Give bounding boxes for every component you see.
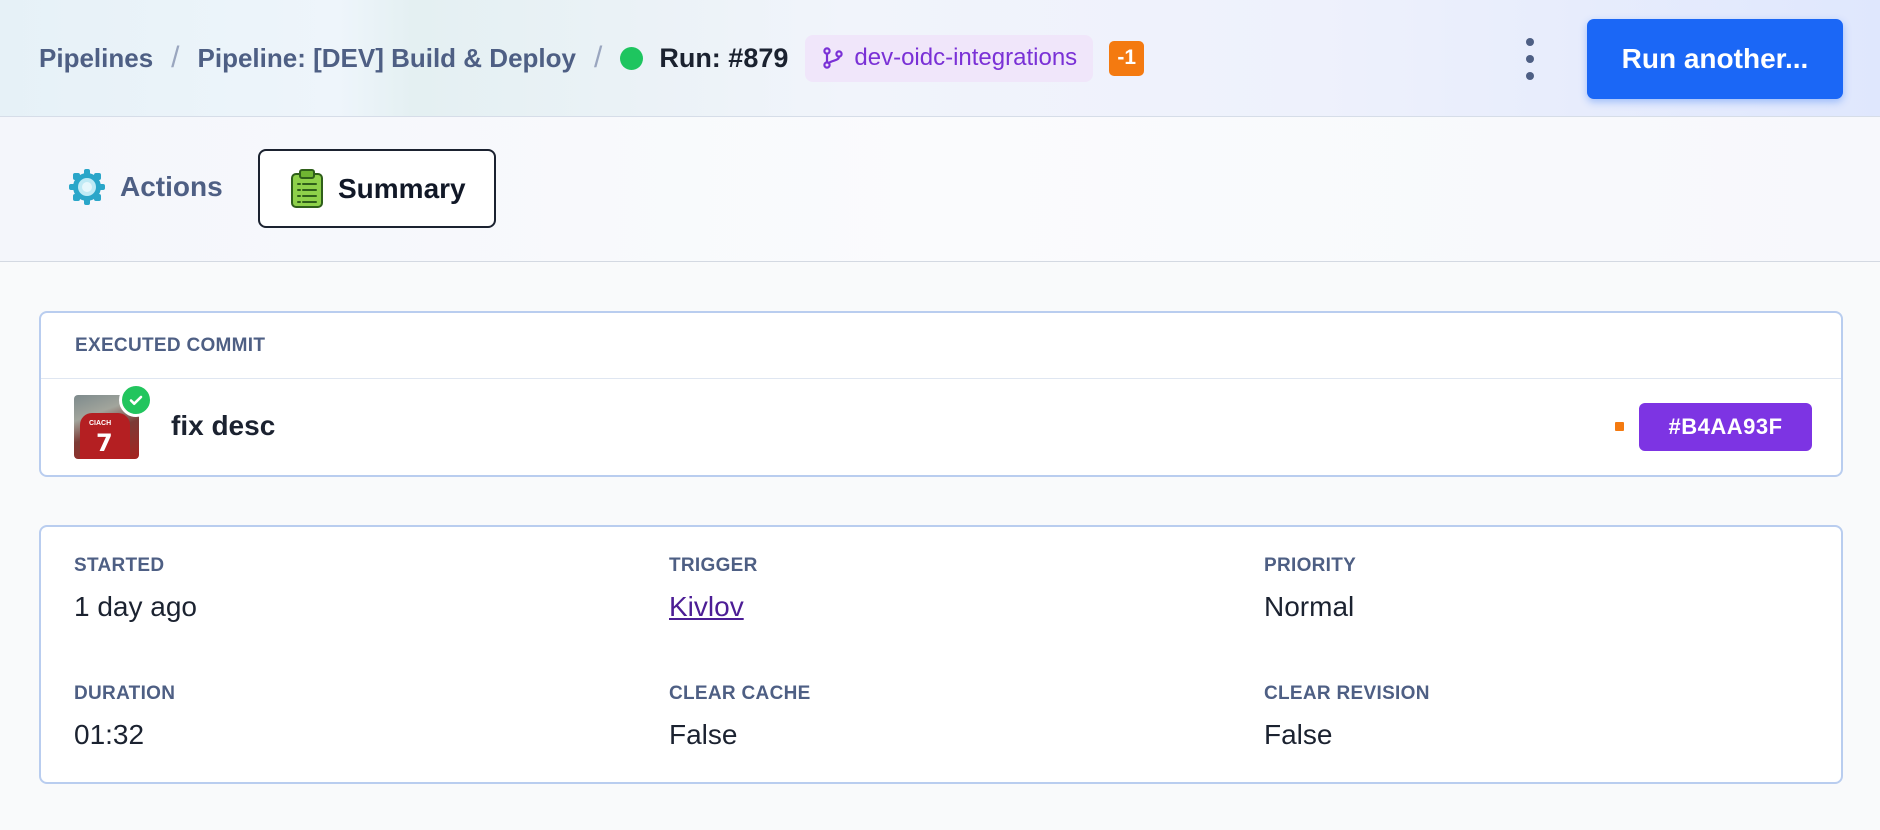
tab-summary-label: Summary — [338, 172, 466, 204]
count-badge: -1 — [1109, 40, 1145, 76]
duration-field: DURATION 01:32 — [74, 683, 175, 751]
tab-actions[interactable]: Actions — [68, 167, 223, 207]
priority-value: Normal — [1264, 591, 1355, 622]
commit-row: CIACH 7 fix desc #B4AA93F — [41, 379, 1841, 477]
branch-name: dev-oidc-integrations — [854, 44, 1078, 71]
run-details-card: STARTED 1 day ago TRIGGER Kivlov PRIORIT… — [39, 525, 1843, 784]
commit-card-header: EXECUTED COMMIT — [41, 313, 1841, 379]
tab-summary[interactable]: Summary — [258, 149, 496, 228]
top-header: Pipelines / Pipeline: [DEV] Build & Depl… — [0, 0, 1880, 117]
actions-gear-icon — [69, 169, 105, 205]
priority-label: PRIORITY — [1264, 555, 1357, 576]
started-label: STARTED — [74, 555, 165, 576]
trigger-user-link[interactable]: Kivlov — [669, 591, 758, 623]
run-status-dot — [620, 46, 644, 70]
priority-field: PRIORITY Normal — [1264, 555, 1356, 623]
more-options-icon[interactable] — [1515, 34, 1545, 84]
duration-value: 01:32 — [74, 719, 145, 750]
tab-bar: Actions Summary — [0, 117, 1880, 262]
clear-cache-label: CLEAR CACHE — [669, 683, 811, 704]
clear-cache-field: CLEAR CACHE False — [669, 683, 811, 751]
git-branch-icon — [823, 47, 844, 69]
started-field: STARTED 1 day ago — [74, 555, 197, 623]
commit-hash-badge[interactable]: #B4AA93F — [1639, 403, 1812, 451]
avatar-shirt-name: CIACH — [89, 420, 112, 427]
clear-revision-field: CLEAR REVISION False — [1264, 683, 1430, 751]
trigger-field: TRIGGER Kivlov — [669, 555, 758, 623]
branch-pill[interactable]: dev-oidc-integrations — [805, 34, 1094, 82]
trigger-label: TRIGGER — [669, 555, 758, 576]
breadcrumb-separator: / — [171, 41, 180, 74]
started-value: 1 day ago — [74, 591, 197, 622]
clear-cache-value: False — [669, 719, 738, 750]
check-icon — [119, 383, 153, 417]
clear-revision-value: False — [1264, 719, 1333, 750]
breadcrumb-separator: / — [593, 41, 603, 74]
commit-message: fix desc — [171, 410, 276, 441]
duration-label: DURATION — [74, 683, 176, 704]
breadcrumb-pipeline[interactable]: Pipeline: [DEV] Build & Deploy — [198, 43, 576, 74]
executed-commit-label: EXECUTED COMMIT — [75, 334, 266, 356]
clipboard-icon — [291, 168, 323, 208]
tab-actions-label: Actions — [120, 171, 223, 202]
executed-commit-card: EXECUTED COMMIT CIACH 7 fix desc #B4AA93… — [39, 311, 1843, 477]
breadcrumb-pipelines[interactable]: Pipelines — [39, 43, 153, 74]
indicator-dot — [1615, 422, 1624, 431]
avatar-shirt-number: 7 — [96, 429, 113, 457]
run-another-button[interactable]: Run another... — [1587, 19, 1843, 99]
clear-revision-label: CLEAR REVISION — [1264, 683, 1430, 704]
run-label: Run: #879 — [659, 42, 789, 73]
